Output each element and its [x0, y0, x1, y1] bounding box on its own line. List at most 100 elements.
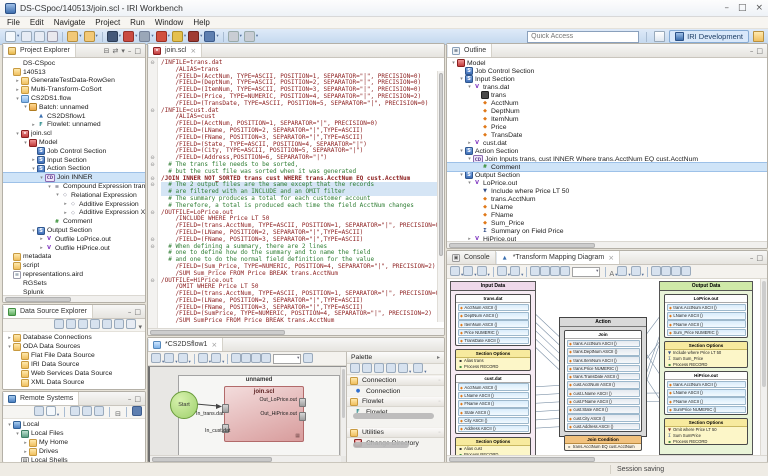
fold-marker-icon[interactable]: ⊖ — [148, 155, 157, 162]
shape-icon[interactable]: ▾ — [497, 263, 510, 281]
profile-icon[interactable]: ▾ — [139, 31, 153, 42]
minimize-window-button[interactable]: – — [724, 3, 729, 13]
palette-group-flowlet[interactable]: Flowlet◦ — [347, 396, 444, 407]
mapping-field[interactable]: ◆cust.LName ASCII () — [567, 389, 640, 397]
loprice-section-options[interactable]: Section Options ▼Include where Price LT … — [664, 341, 748, 368]
expand-arrow-icon[interactable]: ▾ — [6, 344, 13, 350]
perspective-button[interactable]: IRI Development — [669, 30, 749, 43]
close-tab-icon[interactable]: × — [190, 47, 196, 55]
launch-icon[interactable]: ▾ — [204, 31, 218, 42]
menu-help[interactable]: Help — [193, 18, 209, 27]
tree-item-output-section[interactable]: ▾SOutput Section — [3, 226, 145, 235]
mapping-horizontal-scrollbar[interactable] — [447, 455, 767, 462]
expand-arrow-icon[interactable]: ▾ — [30, 166, 37, 172]
menu-window[interactable]: Window — [155, 18, 183, 27]
horizontal-scrollbar[interactable] — [3, 295, 145, 302]
expand-arrow-icon[interactable]: ▾ — [466, 180, 473, 186]
hiprice-section-options[interactable]: Section Options ▼Omit where Price LT 50Σ… — [664, 418, 748, 445]
mapping-field[interactable]: ◆cust.City ASCII () — [567, 414, 640, 422]
close-window-button[interactable]: × — [755, 3, 763, 13]
loprice-out-box[interactable]: LoPrice.out ◆trans.AcctNum ASCII ()◆LNam… — [664, 294, 748, 338]
minimize-icon[interactable]: – — [128, 47, 132, 55]
mapping-field[interactable]: ◆Address ASCII () — [458, 425, 529, 433]
unlink-icon[interactable] — [661, 263, 671, 281]
open-perspective-icon[interactable] — [654, 31, 665, 42]
mapping-field[interactable]: ◆LName ASCII () — [458, 392, 529, 400]
mapping-vertical-scrollbar[interactable] — [760, 279, 767, 455]
tree-item-oda-data-sources[interactable]: ▾ODA Data Sources — [3, 342, 145, 351]
palette-group-connection[interactable]: Connection◦ — [347, 375, 444, 386]
tree-item-model[interactable]: ▾Model — [3, 138, 145, 147]
palette-group-utilities[interactable]: Utilities◦ — [347, 427, 444, 438]
tree-item-comment[interactable]: #Comment — [447, 163, 767, 171]
tree-item-join-inner[interactable]: ▾CDJoin INNER — [3, 173, 145, 182]
scrollbar-thumb[interactable] — [449, 243, 595, 248]
expand-arrow-icon[interactable]: ▸ — [30, 122, 37, 128]
tree-item-ds-cspoc[interactable]: DS-CSpoc — [3, 59, 145, 68]
mapping-field[interactable]: ◆AcctNum ASCII () — [458, 383, 529, 391]
collapse-all-icon[interactable]: ⊟ — [104, 47, 110, 55]
expand-arrow-icon[interactable]: ▾ — [22, 104, 29, 110]
action-box[interactable]: Action Join ◆trans.AcctNum ASCII ()◆tran… — [559, 317, 647, 437]
mapping-field[interactable]: ◆trans.AcctNum ASCII () — [567, 340, 640, 348]
create-job-icon[interactable]: ▾ — [107, 31, 121, 42]
minimize-icon[interactable]: – — [128, 308, 132, 316]
tree-item-outfile-loprice-out[interactable]: ▸VOutfile LoPrice.out — [3, 235, 145, 244]
expand-arrow-icon[interactable]: ▸ — [14, 87, 21, 93]
mapping-canvas[interactable]: Input Data trans.dat ◆AcctNum ASCII ()◆D… — [447, 279, 767, 455]
tree-item-local-files[interactable]: ▾Local Files — [3, 429, 145, 438]
tree-item-flat-file-data-source[interactable]: Flat File Data Source — [3, 351, 145, 360]
save-icon[interactable] — [21, 31, 32, 42]
trans-section-options[interactable]: Section Options ▪Alias trans▪Process REC… — [455, 349, 531, 371]
mapping-field[interactable]: ◆cust.AcctNum ASCII () — [567, 381, 640, 389]
tree-item-job-control-section[interactable]: SJob Control Section — [447, 67, 767, 75]
fold-marker-icon[interactable]: ⊖ — [148, 176, 157, 183]
expand-arrow-icon[interactable]: ▸ — [62, 201, 69, 207]
code-text[interactable]: /INFILE=trans.dat /ALIAS=trans /FIELD=(A… — [158, 58, 444, 328]
mapping-field[interactable]: ◆cust.FName ASCII () — [567, 398, 640, 406]
cust-dat-box[interactable]: cust.dat ◆AcctNum ASCII ()◆LName ASCII (… — [455, 374, 531, 434]
join-condition-box[interactable]: Join Condition ▸ trans.AcctNum EQ cust.A… — [564, 435, 642, 451]
editor-vertical-scrollbar[interactable] — [437, 71, 444, 322]
mapping-field[interactable]: ◆ItemNum ASCII () — [458, 320, 529, 328]
tree-item-trans[interactable]: trans — [447, 91, 767, 99]
editor-horizontal-scrollbar[interactable] — [148, 328, 444, 335]
scrollbar-thumb[interactable] — [762, 281, 766, 387]
palette-collapse-icon[interactable]: ▸ — [437, 354, 440, 361]
fold-marker-icon[interactable]: ⊖ — [148, 60, 157, 67]
expand-arrow-icon[interactable]: ▾ — [38, 175, 45, 181]
tree-item-drives[interactable]: ▸Drives — [3, 447, 145, 456]
maximize-icon[interactable]: □ — [134, 395, 141, 403]
canvas-horizontal-scrollbar[interactable] — [150, 455, 341, 462]
router-icon[interactable]: ▾ — [477, 263, 490, 281]
note-icon[interactable] — [540, 263, 550, 281]
tree-item-rgsets[interactable]: RGSets — [3, 279, 145, 288]
marquee-icon[interactable] — [362, 363, 372, 375]
zoom-in-icon[interactable] — [374, 363, 384, 375]
tree-item-compound-expression-trans-acc[interactable]: ▾≡Compound Expression trans.Acc — [3, 182, 145, 191]
tab-cs2dsflow1[interactable]: *CS2DSflow1 × — [148, 338, 223, 351]
hiprice-out-box[interactable]: HiPrice.out ◆trans.AcctNum ASCII ()◆LNam… — [664, 371, 748, 415]
expand-arrow-icon[interactable]: ▾ — [450, 60, 457, 66]
maximize-icon[interactable]: □ — [134, 308, 141, 316]
mapping-field[interactable]: ◆cust.State ASCII () — [567, 406, 640, 414]
join-condition-row[interactable]: ▸ trans.AcctNum EQ cust.AcctNum — [565, 444, 641, 450]
tree-item-generatetestdata-rowgen[interactable]: ▸GenerateTestData-RowGen — [3, 77, 145, 86]
tree-item-cs2dsflow1[interactable]: ▲CS2DSflow1 — [3, 112, 145, 121]
tree-item-loprice-out[interactable]: ▾VLoPrice.out — [447, 179, 767, 187]
forward-icon[interactable]: ▾ — [244, 31, 258, 42]
tree-item-trans-dat[interactable]: ▾Vtrans.dat — [447, 83, 767, 91]
tree-item-my-home[interactable]: ▸My Home — [3, 438, 145, 447]
scrollbar-thumb[interactable] — [439, 73, 443, 256]
group-icon[interactable] — [671, 263, 681, 281]
expand-arrow-icon[interactable]: ▾ — [22, 140, 29, 146]
menu-file[interactable]: File — [7, 18, 20, 27]
folder-icon[interactable]: ▾ — [398, 363, 411, 375]
expand-arrow-icon[interactable]: ▾ — [14, 96, 21, 102]
quick-access-input[interactable] — [527, 31, 639, 43]
tree-item-join-scl[interactable]: ▾•join.scl — [3, 129, 145, 138]
expand-arrow-icon[interactable]: ▸ — [22, 440, 29, 446]
zoom-out-icon[interactable] — [386, 363, 396, 375]
mapping-field[interactable]: ◆State ASCII () — [458, 408, 529, 416]
tree-item-input-section[interactable]: ▸SInput Section — [3, 156, 145, 165]
